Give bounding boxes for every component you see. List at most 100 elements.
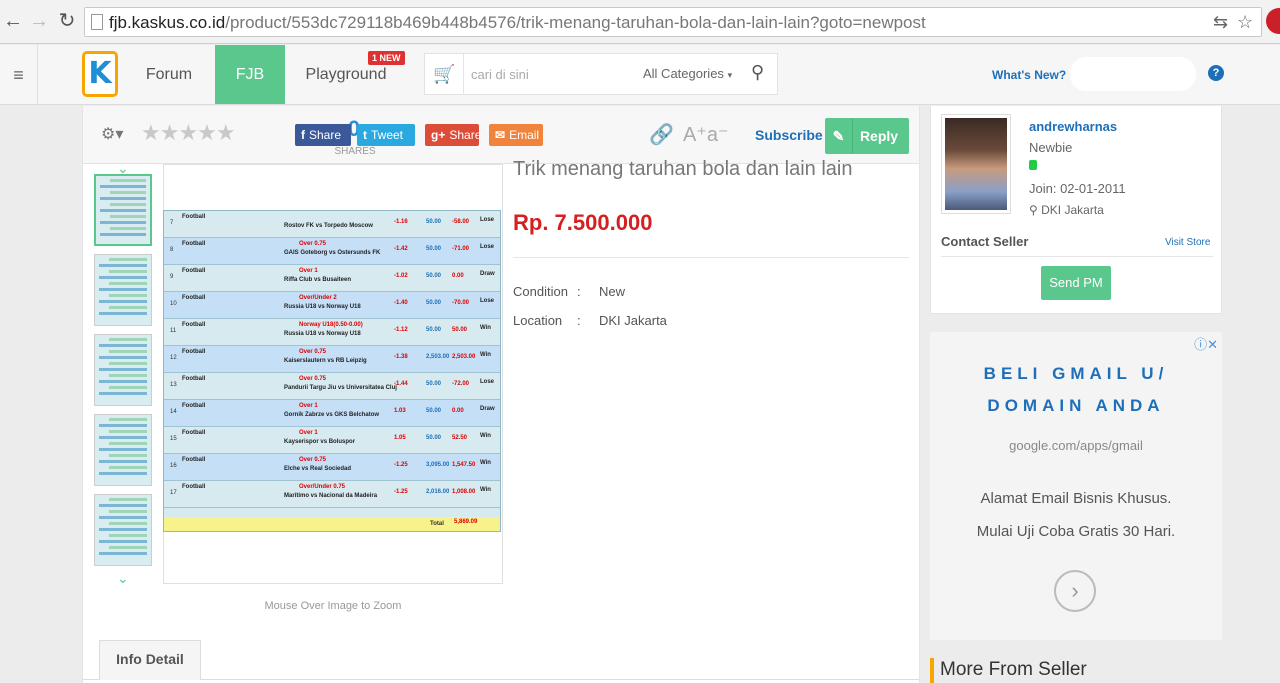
- pinterest-extension-icon[interactable]: [1266, 8, 1280, 34]
- hamburger-menu-icon[interactable]: ≡: [0, 45, 38, 105]
- attribute-location: Location: DKI Jakarta: [513, 313, 667, 328]
- bet-res: Lose: [480, 244, 495, 250]
- bookmark-star-icon[interactable]: ☆: [1237, 12, 1253, 33]
- section-accent-bar: [930, 658, 934, 683]
- twitter-tweet-button[interactable]: t Tweet: [357, 124, 415, 146]
- bet-label: Football: [182, 214, 206, 220]
- bet-row: 11 Football Norway U18(0.50-0.00) Russia U1…: [164, 319, 500, 346]
- reply-button[interactable]: ✎ Reply: [825, 118, 909, 154]
- tab-info-detail[interactable]: Info Detail: [99, 640, 201, 680]
- bet-odd: -1.12: [394, 327, 408, 333]
- contact-seller-label: Contact Seller: [941, 234, 1029, 249]
- bet-label: Football: [182, 322, 206, 328]
- ad-headline[interactable]: BELI GMAIL U/ DOMAIN ANDA: [930, 358, 1222, 422]
- category-select[interactable]: All Categories ▾: [643, 66, 732, 81]
- bet-match: Pandurii Targu Jiu vs Universitatea Cluj: [284, 385, 397, 391]
- bet-stake: 50.00: [426, 408, 442, 414]
- bet-red: Norway U18(0.50-0.00): [299, 322, 363, 328]
- reload-icon[interactable]: ↻: [56, 9, 78, 33]
- kaskus-logo[interactable]: K: [82, 51, 118, 97]
- bet-num: 14: [170, 409, 177, 415]
- back-icon[interactable]: ←: [2, 9, 24, 33]
- ad-url[interactable]: google.com/apps/gmail: [930, 438, 1222, 453]
- search-icon[interactable]: ⚲: [751, 62, 764, 83]
- bet-stake: 50.00: [426, 246, 442, 252]
- translate-icon[interactable]: ⇆: [1213, 12, 1228, 33]
- thumbnail[interactable]: [94, 254, 152, 326]
- bet-label: Football: [182, 268, 206, 274]
- thumbnail[interactable]: [94, 414, 152, 486]
- bet-label: Football: [182, 430, 206, 436]
- thread-toolbar: ⚙▾ ★★★★★ 0 SHARES f Share t Tweet g+ Share …: [83, 106, 919, 164]
- bet-match: Gornik Zabrze vs GKS Belchatow: [284, 412, 380, 418]
- avatar[interactable]: [941, 114, 1011, 214]
- bet-stake: 2,503.00: [426, 354, 450, 360]
- chevron-down-icon[interactable]: ⌄: [117, 570, 129, 587]
- search-input[interactable]: [471, 62, 621, 86]
- facebook-share-button[interactable]: f Share: [295, 124, 351, 146]
- bet-red: Over 1: [299, 430, 318, 436]
- forward-icon[interactable]: →: [28, 9, 50, 33]
- thumbnail[interactable]: [94, 174, 152, 246]
- google-plus-share-button[interactable]: g+ Share: [425, 124, 481, 146]
- bet-match: Riffa Club vs Busaiteen: [284, 277, 352, 283]
- bet-res: Lose: [480, 217, 495, 223]
- pencil-icon: ✎: [825, 118, 853, 154]
- bet-match: GAIS Goteborg vs Ostersunds FK: [284, 250, 381, 256]
- bet-red: Over/Under 2: [299, 295, 337, 301]
- send-pm-button[interactable]: Send PM: [1041, 266, 1111, 300]
- user-menu[interactable]: [1070, 57, 1196, 91]
- bet-stake: 50.00: [426, 327, 442, 333]
- ad-body: Alamat Email Bisnis Khusus. Mulai Uji Co…: [976, 490, 1176, 540]
- tab-forum[interactable]: Forum: [128, 45, 210, 104]
- bet-odd: 1.05: [394, 435, 406, 441]
- ad-choices-icon[interactable]: ⓘ✕: [1194, 334, 1218, 353]
- bet-win: 1,008.00: [452, 489, 476, 495]
- address-bar[interactable]: fjb.kaskus.co.id/product/553dc729118b469…: [84, 7, 1262, 37]
- bet-stake: 50.00: [426, 219, 442, 225]
- cart-icon[interactable]: 🛒: [433, 64, 455, 85]
- bet-num: 13: [170, 382, 177, 388]
- bet-res: Win: [480, 487, 491, 493]
- help-icon[interactable]: ?: [1208, 65, 1224, 81]
- advertisement[interactable]: ⓘ✕ BELI GMAIL U/ DOMAIN ANDA google.com/…: [930, 332, 1222, 640]
- bet-slip-image[interactable]: 7 Football Rostov FK vs Torpedo Moscow -1.1…: [163, 210, 501, 532]
- zoom-hint: Mouse Over Image to Zoom: [264, 600, 402, 612]
- thumbnail[interactable]: [94, 494, 152, 566]
- bet-row: 16 Football Over 0.75 Elche vs Real Socieda…: [164, 454, 500, 481]
- chevron-right-icon[interactable]: ›: [1054, 570, 1096, 612]
- bet-num: 7: [170, 220, 174, 226]
- whats-new-link[interactable]: What's New?: [992, 68, 1066, 82]
- font-size-icon[interactable]: A⁺a⁻: [683, 122, 729, 147]
- bet-win: 52.50: [452, 435, 468, 441]
- link-icon[interactable]: 🔗: [649, 122, 674, 147]
- product-title: Trik menang taruhan bola dan lain lain: [513, 158, 853, 180]
- bet-odd: 1.03: [394, 408, 406, 414]
- tab-divider: [83, 679, 919, 680]
- bet-num: 17: [170, 490, 177, 496]
- seller-name-link[interactable]: andrewharnas: [1029, 119, 1117, 134]
- more-from-seller-section: More From Seller: [930, 656, 1222, 683]
- bet-row: 7 Football Rostov FK vs Torpedo Moscow -1.1…: [164, 211, 500, 238]
- tab-fjb[interactable]: FJB: [215, 45, 285, 104]
- bet-red: Over 0.75: [299, 376, 327, 382]
- rating-stars[interactable]: ★★★★★: [141, 120, 236, 146]
- email-share-button[interactable]: ✉ Email: [489, 124, 543, 146]
- chevron-down-icon: ▾: [727, 70, 733, 80]
- bet-label: Football: [182, 376, 206, 382]
- thumbnail[interactable]: [94, 334, 152, 406]
- gear-icon[interactable]: ⚙▾: [101, 124, 123, 144]
- bet-match: Elche vs Real Sociedad: [284, 466, 352, 472]
- bet-num: 11: [170, 328, 177, 334]
- bet-match: Rostov FK vs Torpedo Moscow: [284, 223, 373, 229]
- bet-red: Over 0.75: [299, 349, 327, 355]
- visit-store-link[interactable]: Visit Store: [1165, 237, 1210, 248]
- bet-row: 9 Football Over 1 Riffa Club vs Busaiteen -1…: [164, 265, 500, 292]
- search-bar: 🛒 All Categories ▾ ⚲: [424, 53, 778, 95]
- bet-stake: 50.00: [426, 435, 442, 441]
- subscribe-button[interactable]: Subscribe: [755, 127, 823, 143]
- bet-res: Win: [480, 460, 491, 466]
- bet-odd: -1.16: [394, 219, 408, 225]
- bet-row: 12 Football Over 0.75 Kaiserslautern vs RB …: [164, 346, 500, 373]
- bet-odd: -1.02: [394, 273, 408, 279]
